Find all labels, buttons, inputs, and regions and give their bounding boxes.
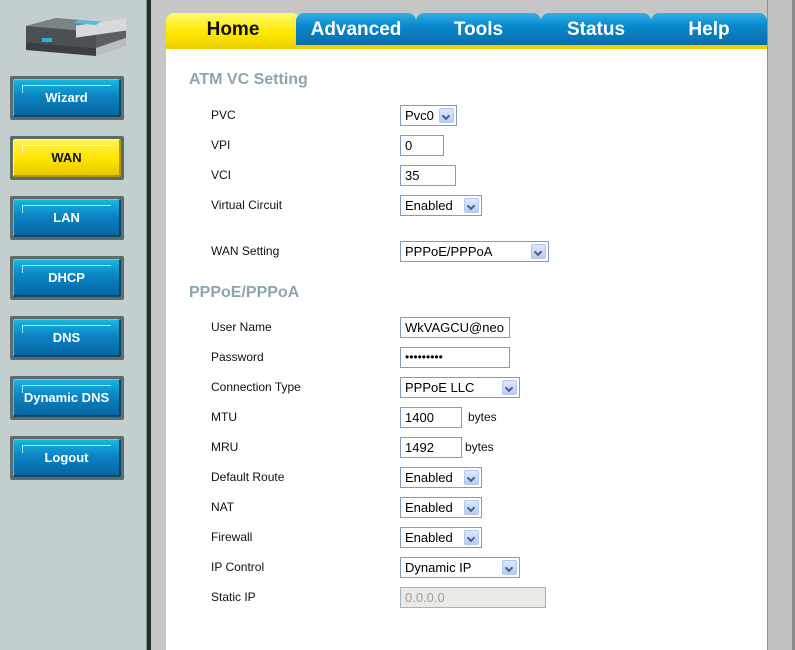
sidebar: Wizard WAN LAN DHCP DNS Dynamic DNS Logo… [0,0,146,650]
chevron-down-icon [502,560,517,575]
vci-input[interactable]: 35 [400,165,456,186]
chevron-down-icon [464,530,479,545]
vpi-input[interactable]: 0 [400,135,444,156]
sidebar-item-lan[interactable]: LAN [10,196,124,240]
nat-value: Enabled [405,500,453,515]
default-route-value: Enabled [405,470,453,485]
chevron-down-icon [464,470,479,485]
sidebar-item-dns[interactable]: DNS [10,316,124,360]
chevron-down-icon [531,244,546,259]
default-route-label: Default Route [211,470,285,484]
sidebar-item-label: LAN [13,199,121,237]
main-content: ATM VC Setting PVC Pvc0 VPI 0 VCI 35 Vir… [166,49,767,650]
mru-label: MRU [211,440,239,454]
pvc-label: PVC [211,108,236,122]
nat-label: NAT [211,500,235,514]
mtu-unit: bytes [468,410,497,424]
mru-input[interactable]: 1492 [400,437,462,458]
tab-help[interactable]: Help [651,13,767,45]
mtu-label: MTU [211,410,237,424]
connection-type-label: Connection Type [211,380,301,394]
password-input[interactable]: ••••••••• [400,347,510,368]
mru-unit: bytes [465,440,494,454]
top-tab-bar: Home Advanced Tools Status Help [166,13,767,47]
pvc-value: Pvc0 [405,108,434,123]
wan-setting-value: PPPoE/PPPoA [405,244,493,259]
sidebar-item-dhcp[interactable]: DHCP [10,256,124,300]
static-ip-label: Static IP [211,590,256,604]
sidebar-item-logout[interactable]: Logout [10,436,124,480]
tab-advanced[interactable]: Advanced [296,13,416,45]
virtual-circuit-value: Enabled [405,198,453,213]
sidebar-item-label: DNS [13,319,121,357]
firewall-value: Enabled [405,530,453,545]
tab-tools[interactable]: Tools [416,13,541,45]
nat-select[interactable]: Enabled [400,497,482,518]
sidebar-item-label: Logout [13,439,121,477]
tab-home[interactable]: Home [166,13,300,45]
password-label: Password [211,350,264,364]
frame-top-strip [151,0,767,14]
sidebar-item-wan[interactable]: WAN [10,136,124,180]
atm-section-title: ATM VC Setting [189,71,308,88]
ip-control-value: Dynamic IP [405,560,472,575]
ip-control-label: IP Control [211,560,265,574]
default-route-select[interactable]: Enabled [400,467,482,488]
chevron-down-icon [439,108,454,123]
username-label: User Name [211,320,272,334]
chevron-down-icon [502,380,517,395]
wan-setting-select[interactable]: PPPoE/PPPoA [400,241,549,262]
mtu-input[interactable]: 1400 [400,407,462,428]
connection-type-value: PPPoE LLC [405,380,475,395]
sidebar-item-label: WAN [13,139,121,177]
virtual-circuit-select[interactable]: Enabled [400,195,482,216]
sidebar-item-label: DHCP [13,259,121,297]
virtual-circuit-label: Virtual Circuit [211,198,283,212]
sidebar-item-label: Dynamic DNS [13,379,121,417]
chevron-down-icon [464,500,479,515]
sidebar-item-dynamic-dns[interactable]: Dynamic DNS [10,376,124,420]
tab-status[interactable]: Status [541,13,651,45]
chevron-down-icon [464,198,479,213]
frame-gutter-left [151,0,166,650]
wan-setting-label: WAN Setting [211,244,280,258]
firewall-select[interactable]: Enabled [400,527,482,548]
sidebar-item-label: Wizard [13,79,121,117]
connection-type-select[interactable]: PPPoE LLC [400,377,520,398]
pvc-select[interactable]: Pvc0 [400,105,457,126]
router-device-icon [26,18,126,56]
vpi-label: VPI [211,138,231,152]
username-input[interactable]: WkVAGCU@neo [400,317,510,338]
firewall-label: Firewall [211,530,253,544]
static-ip-input[interactable]: 0.0.0.0 [400,587,546,608]
ip-control-select[interactable]: Dynamic IP [400,557,520,578]
sidebar-item-wizard[interactable]: Wizard [10,76,124,120]
frame-gutter-right [767,0,793,650]
pppoe-section-title: PPPoE/PPPoA [189,284,300,301]
vci-label: VCI [211,168,232,182]
